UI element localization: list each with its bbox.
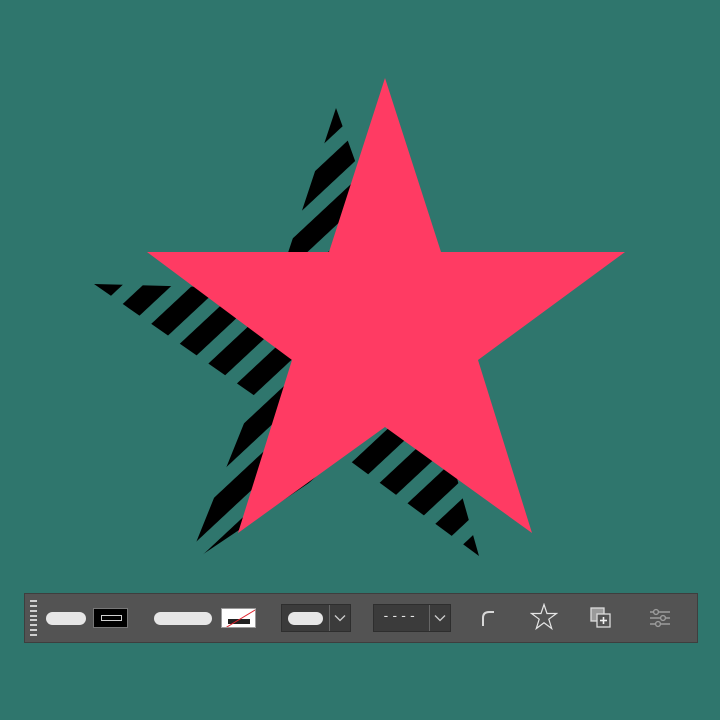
stroke-style-value: ---- (382, 609, 418, 624)
fill-label-pill (46, 612, 86, 625)
stroke-style-field[interactable]: ---- (374, 605, 429, 631)
stroke-style-dropdown[interactable]: ---- (373, 604, 451, 632)
corner-radius-icon[interactable] (475, 604, 503, 632)
stroke-width-field[interactable] (282, 605, 329, 631)
shape-options-toolbar: ---- (24, 593, 698, 643)
chevron-down-icon[interactable] (430, 605, 450, 631)
stroke-label-pill (154, 612, 212, 625)
combine-shapes-icon[interactable] (587, 604, 615, 632)
settings-sliders-icon[interactable] (646, 604, 674, 632)
stroke-width-value-pill (288, 612, 323, 625)
chevron-down-icon[interactable] (330, 605, 350, 631)
stroke-width-dropdown[interactable] (281, 604, 351, 632)
star-shape-icon[interactable] (530, 603, 558, 631)
stroke-color-swatch[interactable] (221, 608, 256, 628)
fill-color-swatch[interactable] (93, 608, 128, 628)
fill-swatch-inner (101, 615, 122, 621)
drag-handle-icon[interactable] (30, 600, 37, 636)
